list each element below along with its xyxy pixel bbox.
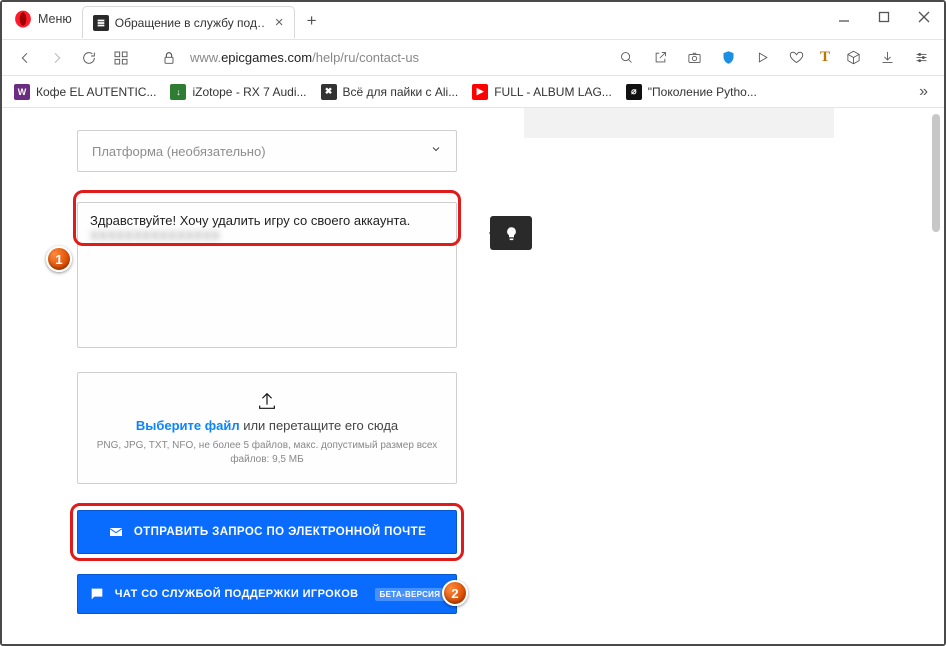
bookmarks-overflow-button[interactable]: » [919, 83, 932, 101]
shield-icon[interactable] [718, 47, 740, 69]
chat-icon [89, 586, 105, 602]
lightbulb-icon [504, 226, 519, 241]
chevron-down-icon [430, 142, 442, 160]
play-icon[interactable] [752, 47, 774, 69]
redacted-text: XXXXXXXXXXXXXXX [90, 228, 220, 243]
bookmarks-bar: WКофе EL AUTENTIC... ↓iZotope - RX 7 Aud… [2, 76, 944, 108]
menu-label: Меню [38, 12, 72, 26]
opera-menu-button[interactable]: Меню [2, 2, 82, 36]
platform-placeholder: Платформа (необязательно) [92, 144, 266, 159]
url-field[interactable]: www. epicgames.com /help/ru/contact-us [190, 50, 606, 65]
annotation-callout-1: 1 [46, 246, 72, 272]
search-icon[interactable] [616, 47, 638, 69]
easy-setup-icon[interactable] [910, 47, 932, 69]
message-textarea[interactable]: Здравствуйте! Хочу удалить игру со своег… [77, 202, 457, 348]
scrollbar[interactable] [928, 108, 942, 644]
chat-support-button[interactable]: ЧАТ СО СЛУЖБОЙ ПОДДЕРЖКИ ИГРОКОВ БЕТА-ВЕ… [77, 574, 457, 614]
send-email-label: ОТПРАВИТЬ ЗАПРОС ПО ЭЛЕКТРОННОЙ ПОЧТЕ [134, 526, 426, 538]
tab-close-icon[interactable]: × [275, 14, 284, 31]
nav-back-button[interactable] [14, 47, 36, 69]
new-tab-button[interactable]: + [303, 12, 321, 30]
mail-icon [108, 524, 124, 540]
title-bar: Меню Обращение в службу под… × + [2, 2, 944, 40]
hint-tooltip[interactable] [490, 216, 532, 250]
bookmark-item[interactable]: ⌀"Поколение Pytho... [626, 84, 757, 100]
opera-logo-icon [14, 10, 32, 28]
url-path: /help/ru/contact-us [312, 50, 419, 65]
window-controls [824, 2, 944, 32]
scrollbar-thumb[interactable] [932, 114, 940, 232]
heart-icon[interactable] [786, 47, 808, 69]
tab-favicon-icon [93, 15, 109, 31]
upload-text: Выберите файл или перетащите его сюда [136, 418, 398, 433]
bookmark-item[interactable]: ✖Всё для пайки с Ali... [321, 84, 459, 100]
sidebar-placeholder [524, 108, 834, 138]
annotation-callout-2: 2 [442, 580, 468, 606]
camera-icon[interactable] [684, 47, 706, 69]
window-close-button[interactable] [904, 2, 944, 32]
contact-form: Платформа (необязательно) Здравствуйте! … [77, 130, 457, 614]
choose-file-link[interactable]: Выберите файл [136, 418, 240, 433]
beta-badge: БЕТА-ВЕРСИЯ [375, 588, 446, 601]
platform-select[interactable]: Платформа (необязательно) [77, 130, 457, 172]
tab-title: Обращение в службу под… [115, 16, 265, 30]
chat-button-label: ЧАТ СО СЛУЖБОЙ ПОДДЕРЖКИ ИГРОКОВ [115, 588, 359, 600]
reload-button[interactable] [78, 47, 100, 69]
message-text: Здравствуйте! Хочу удалить игру со своег… [90, 213, 410, 228]
translate-icon[interactable]: T [820, 49, 830, 66]
window-minimize-button[interactable] [824, 2, 864, 32]
send-email-button[interactable]: ОТПРАВИТЬ ЗАПРОС ПО ЭЛЕКТРОННОЙ ПОЧТЕ [77, 510, 457, 554]
download-icon[interactable] [876, 47, 898, 69]
bookmark-item[interactable]: WКофе EL AUTENTIC... [14, 84, 156, 100]
cube-icon[interactable] [842, 47, 864, 69]
external-link-icon[interactable] [650, 47, 672, 69]
url-host: epicgames.com [221, 50, 312, 65]
window-maximize-button[interactable] [864, 2, 904, 32]
browser-window: Меню Обращение в службу под… × + www. ep… [0, 0, 946, 646]
nav-forward-button[interactable] [46, 47, 68, 69]
upload-hint: PNG, JPG, TXT, NFO, не более 5 файлов, м… [88, 439, 446, 467]
file-upload-dropzone[interactable]: Выберите файл или перетащите его сюда PN… [77, 372, 457, 484]
address-bar: www. epicgames.com /help/ru/contact-us T [2, 40, 944, 76]
site-lock-icon[interactable] [158, 47, 180, 69]
bookmark-item[interactable]: ↓iZotope - RX 7 Audi... [170, 84, 306, 100]
page-content: Платформа (необязательно) Здравствуйте! … [2, 108, 944, 644]
browser-tab[interactable]: Обращение в службу под… × [82, 6, 295, 38]
bookmark-item[interactable]: ▶FULL - ALBUM LAG... [472, 84, 612, 100]
upload-icon [256, 390, 278, 412]
speed-dial-button[interactable] [110, 47, 132, 69]
url-prefix: www. [190, 50, 221, 65]
address-actions: T [616, 47, 932, 69]
